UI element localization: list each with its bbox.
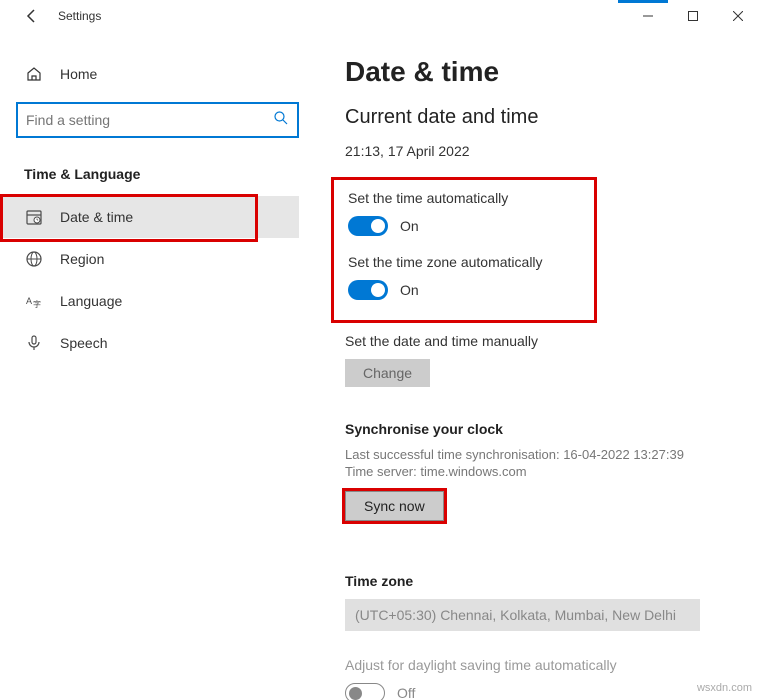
close-button[interactable] bbox=[715, 0, 760, 32]
sync-now-button[interactable]: Sync now bbox=[345, 491, 444, 521]
watermark: wsxdn.com bbox=[697, 682, 752, 694]
manual-time-label: Set the date and time manually bbox=[345, 333, 730, 349]
maximize-button[interactable] bbox=[670, 0, 715, 32]
search-input[interactable] bbox=[26, 112, 273, 128]
svg-text:字: 字 bbox=[33, 299, 41, 309]
language-icon: A字 bbox=[24, 292, 44, 310]
sync-title: Synchronise your clock bbox=[345, 421, 730, 437]
dst-state: Off bbox=[397, 685, 415, 700]
auto-time-label: Set the time automatically bbox=[348, 190, 580, 206]
section-subtitle: Current date and time bbox=[345, 106, 730, 129]
sidebar: Home Time & Language Date & time bbox=[0, 32, 315, 700]
nav-label: Speech bbox=[60, 335, 107, 351]
page-title: Date & time bbox=[345, 56, 730, 88]
nav-date-time[interactable]: Date & time bbox=[0, 196, 299, 238]
clock-icon bbox=[24, 208, 44, 226]
search-box[interactable] bbox=[16, 102, 299, 138]
search-icon bbox=[273, 110, 289, 131]
window-title: Settings bbox=[58, 9, 101, 23]
nav-label: Language bbox=[60, 293, 122, 309]
sync-last: Last successful time synchronisation: 16… bbox=[345, 447, 730, 462]
nav-label: Date & time bbox=[60, 209, 133, 225]
svg-text:A: A bbox=[26, 296, 32, 306]
back-button[interactable] bbox=[16, 0, 48, 32]
dst-label: Adjust for daylight saving time automati… bbox=[345, 657, 730, 673]
current-datetime: 21:13, 17 April 2022 bbox=[345, 143, 730, 159]
nav-speech[interactable]: Speech bbox=[16, 322, 299, 364]
auto-time-toggle[interactable] bbox=[348, 216, 388, 236]
timezone-title: Time zone bbox=[345, 573, 730, 589]
auto-time-state: On bbox=[400, 218, 419, 234]
home-nav[interactable]: Home bbox=[16, 56, 299, 92]
home-label: Home bbox=[60, 66, 97, 82]
auto-tz-toggle[interactable] bbox=[348, 280, 388, 300]
change-button: Change bbox=[345, 359, 430, 387]
microphone-icon bbox=[24, 334, 44, 352]
dst-toggle bbox=[345, 683, 385, 700]
timezone-select: (UTC+05:30) Chennai, Kolkata, Mumbai, Ne… bbox=[345, 599, 700, 631]
titlebar: Settings bbox=[0, 0, 760, 32]
auto-tz-label: Set the time zone automatically bbox=[348, 254, 580, 270]
home-icon bbox=[24, 66, 44, 82]
minimize-button[interactable] bbox=[625, 0, 670, 32]
auto-tz-state: On bbox=[400, 282, 419, 298]
sync-server: Time server: time.windows.com bbox=[345, 464, 730, 479]
nav-region[interactable]: Region bbox=[16, 238, 299, 280]
globe-icon bbox=[24, 250, 44, 268]
content-pane: Date & time Current date and time 21:13,… bbox=[315, 32, 760, 700]
nav-label: Region bbox=[60, 251, 104, 267]
category-header: Time & Language bbox=[16, 158, 299, 196]
nav-language[interactable]: A字 Language bbox=[16, 280, 299, 322]
